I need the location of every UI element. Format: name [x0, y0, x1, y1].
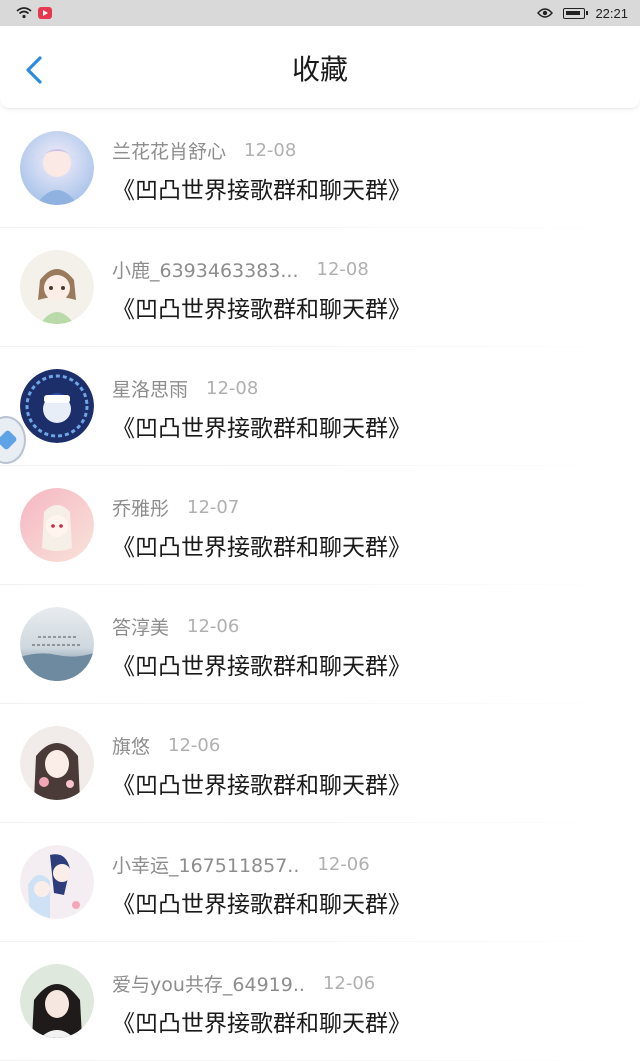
item-date: 12-06 [168, 735, 221, 756]
user-name: 旗悠 [112, 736, 151, 758]
user-name: 爱与you共存_64919.. [112, 974, 305, 996]
app-notification-icon [38, 7, 52, 19]
user-name: 小鹿_6393463383... [112, 260, 299, 282]
item-message: 《凹凸世界接歌群和聊天群》 [112, 297, 411, 323]
avatar[interactable] [20, 607, 94, 681]
list-item[interactable]: 小鹿_6393463383... 12-08 《凹凸世界接歌群和聊天群》 [0, 228, 640, 347]
user-name: 兰花花肖舒心 [112, 141, 227, 163]
item-date: 12-06 [187, 616, 240, 637]
avatar[interactable] [20, 964, 94, 1038]
list-item[interactable]: 乔雅彤 12-07 《凹凸世界接歌群和聊天群》 [0, 466, 640, 585]
item-message: 《凹凸世界接歌群和聊天群》 [112, 892, 411, 918]
user-name: 小幸运_167511857.. [112, 855, 300, 877]
item-date: 12-08 [206, 378, 259, 399]
wifi-icon [16, 7, 32, 19]
avatar[interactable] [20, 131, 94, 205]
item-meta: 兰花花肖舒心 12-08 [112, 137, 296, 164]
item-message: 《凹凸世界接歌群和聊天群》 [112, 535, 411, 561]
item-date: 12-06 [317, 854, 370, 875]
item-meta: 乔雅彤 12-07 [112, 494, 239, 521]
status-right: 22:21 [537, 6, 628, 21]
avatar[interactable] [20, 726, 94, 800]
item-meta: 答淳美 12-06 [112, 613, 239, 640]
item-message: 《凹凸世界接歌群和聊天群》 [112, 416, 411, 442]
battery-icon [563, 7, 589, 19]
list-item[interactable]: 兰花花肖舒心 12-08 《凹凸世界接歌群和聊天群》 [0, 109, 640, 228]
top-header: 收藏 [0, 26, 640, 109]
avatar[interactable] [20, 488, 94, 562]
user-name: 答淳美 [112, 617, 170, 639]
list-item[interactable]: 星洛思雨 12-08 《凹凸世界接歌群和聊天群》 [0, 347, 640, 466]
list-item[interactable]: 爱与you共存_64919.. 12-06 《凹凸世界接歌群和聊天群》 [0, 942, 640, 1061]
list-item[interactable]: 旗悠 12-06 《凹凸世界接歌群和聊天群》 [0, 704, 640, 823]
list-item[interactable]: 答淳美 12-06 《凹凸世界接歌群和聊天群》 [0, 585, 640, 704]
item-date: 12-08 [316, 259, 369, 280]
avatar[interactable] [20, 845, 94, 919]
status-time: 22:21 [595, 5, 628, 21]
status-left [16, 7, 52, 19]
item-meta: 小幸运_167511857.. 12-06 [112, 851, 370, 878]
eye-icon [537, 8, 554, 18]
item-meta: 旗悠 12-06 [112, 732, 220, 759]
item-date: 12-08 [244, 140, 297, 161]
floating-tab-icon [0, 429, 18, 451]
item-message: 《凹凸世界接歌群和聊天群》 [112, 178, 411, 204]
status-bar: 22:21 [0, 0, 640, 26]
item-date: 12-06 [322, 973, 376, 994]
item-message: 《凹凸世界接歌群和聊天群》 [112, 773, 411, 799]
page-title: 收藏 [291, 53, 348, 86]
item-meta: 爱与you共存_64919.. 12-06 [112, 970, 375, 997]
item-message: 《凹凸世界接歌群和聊天群》 [112, 654, 411, 680]
item-meta: 小鹿_6393463383... 12-08 [112, 256, 369, 283]
favorites-list: 兰花花肖舒心 12-08 《凹凸世界接歌群和聊天群》 小鹿_6393463383… [0, 109, 640, 1061]
avatar[interactable] [20, 369, 94, 443]
item-date: 12-07 [187, 497, 240, 518]
list-item[interactable]: 小幸运_167511857.. 12-06 《凹凸世界接歌群和聊天群》 [0, 823, 640, 942]
user-name: 乔雅彤 [112, 498, 170, 520]
item-message: 《凹凸世界接歌群和聊天群》 [112, 1011, 411, 1037]
user-name: 星洛思雨 [112, 379, 189, 401]
avatar[interactable] [20, 250, 94, 324]
item-meta: 星洛思雨 12-08 [112, 375, 258, 402]
